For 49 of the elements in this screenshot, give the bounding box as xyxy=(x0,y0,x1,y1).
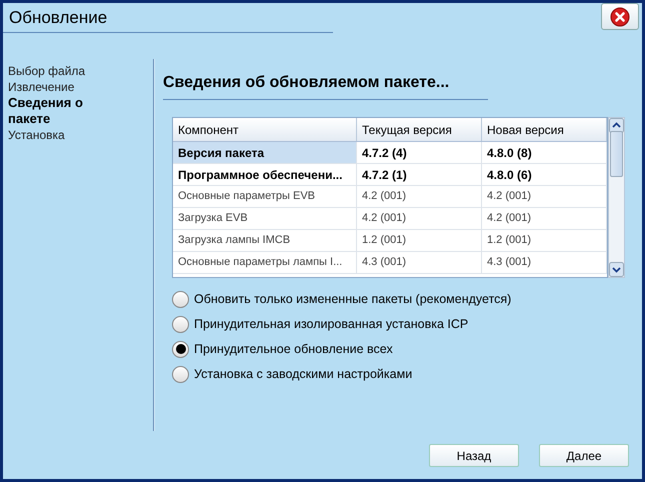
table-cell: 4.8.0 (8) xyxy=(482,142,607,163)
table-cell: Основные параметры EVB xyxy=(173,186,357,207)
step-item: Сведения о пакете xyxy=(8,95,84,127)
column-header[interactable]: Новая версия xyxy=(482,118,607,141)
nav-button[interactable]: Назад xyxy=(429,444,519,467)
table-cell: 4.2 (001) xyxy=(482,186,607,207)
step-item: Извлечение xyxy=(8,79,76,95)
table-cell: Загрузка EVB xyxy=(173,208,357,229)
table-cell: 4.7.2 (1) xyxy=(357,164,482,185)
step-item: Выбор файла xyxy=(8,63,86,79)
scrollbar[interactable] xyxy=(608,117,625,278)
close-button[interactable] xyxy=(601,3,639,30)
radio-button[interactable] xyxy=(172,366,189,382)
option-label[interactable]: Установка с заводскими настройками xyxy=(194,364,412,384)
nav-button[interactable]: Далее xyxy=(539,444,629,467)
table-cell: 4.8.0 (6) xyxy=(482,164,607,185)
close-icon xyxy=(610,6,630,26)
scroll-down-icon[interactable] xyxy=(609,262,624,277)
window-title: Обновление xyxy=(9,8,108,27)
table-row[interactable]: Загрузка EVB 4.2 (001) 4.2 (001) xyxy=(173,208,607,230)
table-cell: 1.2 (001) xyxy=(482,230,607,251)
column-header[interactable]: Текущая версия xyxy=(357,118,482,141)
radio-button[interactable] xyxy=(172,290,189,308)
table-cell: 4.2 (001) xyxy=(357,208,482,229)
column-header[interactable]: Компонент xyxy=(173,118,357,141)
table-cell: 1.2 (001) xyxy=(357,230,482,251)
radio-button[interactable] xyxy=(172,316,189,332)
section-heading: Сведения об обновляемом пакете... xyxy=(163,74,450,91)
option-label[interactable]: Принудительная изолированная установка ICP xyxy=(194,314,468,334)
table-cell: Основные параметры лампы I... xyxy=(173,252,357,273)
option-label[interactable]: Обновить только измененные пакеты (рекомендуется) xyxy=(194,290,512,308)
table-cell: 4.3 (001) xyxy=(357,252,482,273)
table-row[interactable]: Загрузка лампы IMCB 1.2 (001) 1.2 (001) xyxy=(173,230,607,252)
table-row[interactable]: Версия пакета 4.7.2 (4) 4.8.0 (8) xyxy=(173,142,607,164)
table-cell: Загрузка лампы IMCB xyxy=(173,230,357,251)
table-row[interactable]: Основные параметры лампы I... 4.3 (001) 4.3 (001) xyxy=(173,252,607,274)
table-row[interactable]: Программное обеспечени... 4.7.2 (1) 4.8.0 (6) xyxy=(173,164,607,186)
table-row[interactable]: Основные параметры EVB 4.2 (001) 4.2 (001) xyxy=(173,186,607,208)
table-cell: Версия пакета xyxy=(173,142,357,163)
scroll-up-icon[interactable] xyxy=(609,118,624,133)
table-cell: 4.2 (001) xyxy=(357,186,482,207)
option-label[interactable]: Принудительное обновление всех xyxy=(194,340,393,358)
table-cell: 4.7.2 (4) xyxy=(357,142,482,163)
radio-button[interactable] xyxy=(172,340,189,358)
table-cell: Программное обеспечени... xyxy=(173,164,357,185)
table-cell: 4.2 (001) xyxy=(482,208,607,229)
table-cell: 4.3 (001) xyxy=(482,252,607,273)
scroll-thumb[interactable] xyxy=(610,130,623,176)
step-item: Установка xyxy=(8,127,66,143)
